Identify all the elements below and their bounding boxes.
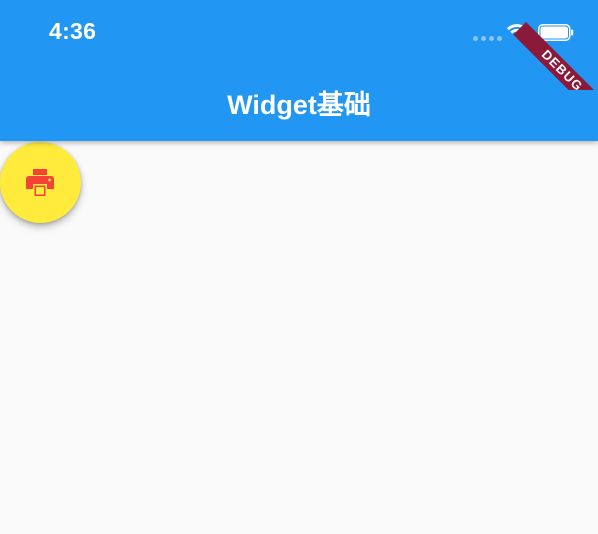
print-fab-button[interactable] <box>0 142 81 223</box>
signal-dots-icon <box>473 36 502 41</box>
print-icon <box>26 169 54 196</box>
debug-banner: DEBUG <box>508 0 598 90</box>
debug-banner-label: DEBUG <box>513 22 598 90</box>
status-time: 4:36 <box>49 18 97 44</box>
